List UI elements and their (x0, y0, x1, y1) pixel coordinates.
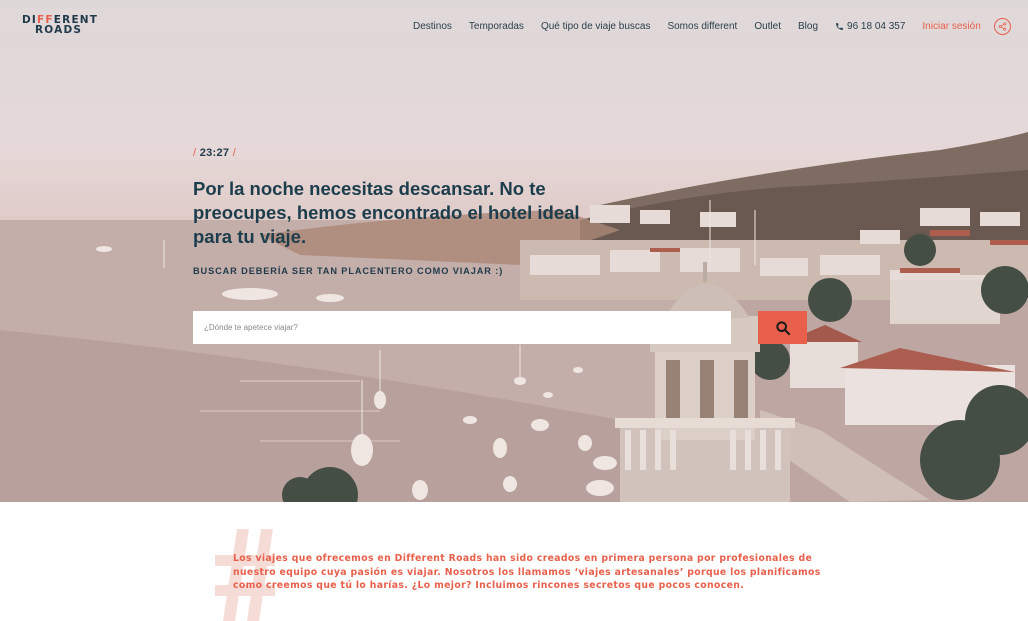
nav-item-destinos[interactable]: Destinos (413, 21, 452, 32)
nav-item-somos-different[interactable]: Somos different (667, 21, 737, 32)
hero-banner: DIFFERENT ROADS Destinos Temporadas Qué … (0, 0, 1028, 502)
nav-item-tipo-viaje[interactable]: Qué tipo de viaje buscas (541, 21, 651, 32)
logo-line2: ROADS (35, 24, 83, 36)
search-input[interactable] (193, 311, 731, 344)
phone-link[interactable]: 96 18 04 357 (835, 21, 905, 32)
hero-time-value: 23:27 (199, 147, 230, 159)
intro-paragraph: Los viajes que ofrecemos en Different Ro… (233, 553, 821, 592)
share-button[interactable] (993, 17, 1011, 35)
nav-item-temporadas[interactable]: Temporadas (469, 21, 524, 32)
hero-time: / 23:27 / (193, 147, 237, 159)
share-icon (998, 21, 1007, 31)
logo[interactable]: DIFFERENT ROADS (22, 15, 102, 36)
hero-subheading: BUSCAR DEBERÍA SER TAN PLACENTERO COMO V… (193, 266, 504, 276)
nav-item-blog[interactable]: Blog (798, 21, 818, 32)
hero-background-image (0, 0, 1028, 502)
search-icon (775, 320, 790, 335)
phone-icon (836, 22, 843, 30)
nav-item-outlet[interactable]: Outlet (754, 21, 781, 32)
login-link[interactable]: Iniciar sesión (922, 21, 980, 32)
hero-headline: Por la noche necesitas descansar. No te … (193, 178, 580, 247)
main-nav: Destinos Temporadas Qué tipo de viaje bu… (413, 17, 1011, 35)
phone-number: 96 18 04 357 (847, 20, 906, 32)
search-button[interactable] (758, 311, 807, 344)
